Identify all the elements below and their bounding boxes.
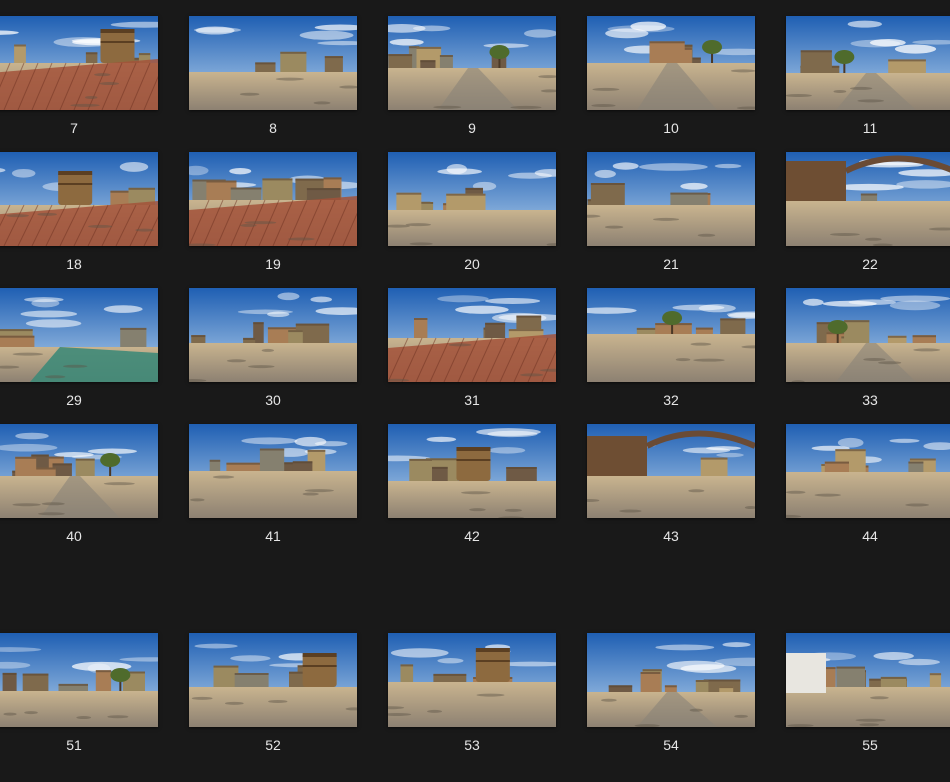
thumbnail-image[interactable] <box>0 152 158 246</box>
thumbnail-tile[interactable]: 42 <box>388 424 556 544</box>
thumbnail-tile[interactable]: 43 <box>587 424 755 544</box>
thumbnail-tile[interactable]: 53 <box>388 633 556 753</box>
thumbnail-tile[interactable]: 22 <box>786 152 950 272</box>
thumbnail-image[interactable] <box>587 288 755 382</box>
thumbnail-tile[interactable]: 7 <box>0 16 158 136</box>
thumbnail-tile[interactable]: 29 <box>0 288 158 408</box>
thumbnail-image[interactable] <box>786 152 950 246</box>
thumbnail-image[interactable] <box>0 288 158 382</box>
thumbnail-image[interactable] <box>587 152 755 246</box>
thumbnail-tile[interactable]: 19 <box>189 152 357 272</box>
thumbnail-label: 52 <box>265 737 281 753</box>
thumbnail-label: 33 <box>862 392 878 408</box>
thumbnail-tile[interactable]: 21 <box>587 152 755 272</box>
thumbnail-tile[interactable]: 20 <box>388 152 556 272</box>
thumbnail-label: 8 <box>269 120 277 136</box>
thumbnail-label: 18 <box>66 256 82 272</box>
thumbnail-label: 31 <box>464 392 480 408</box>
thumbnail-tile[interactable]: 52 <box>189 633 357 753</box>
thumbnail-image[interactable] <box>587 424 755 518</box>
thumbnail-image[interactable] <box>189 633 357 727</box>
thumbnail-label: 32 <box>663 392 679 408</box>
thumbnail-label: 51 <box>66 737 82 753</box>
thumbnail-tile[interactable]: 44 <box>786 424 950 544</box>
thumbnail-tile[interactable]: 8 <box>189 16 357 136</box>
thumbnail-tile[interactable]: 51 <box>0 633 158 753</box>
thumbnail-image[interactable] <box>587 633 755 727</box>
thumbnail-image[interactable] <box>786 633 950 727</box>
thumbnail-image[interactable] <box>388 152 556 246</box>
thumbnail-tile[interactable]: 31 <box>388 288 556 408</box>
thumbnail-image[interactable] <box>189 152 357 246</box>
thumbnail-tile[interactable]: 41 <box>189 424 357 544</box>
thumbnail-label: 54 <box>663 737 679 753</box>
thumbnail-image[interactable] <box>0 633 158 727</box>
thumbnail-image[interactable] <box>388 288 556 382</box>
thumbnail-tile[interactable]: 54 <box>587 633 755 753</box>
thumbnail-tile[interactable]: 10 <box>587 16 755 136</box>
thumbnail-label: 9 <box>468 120 476 136</box>
thumbnail-image[interactable] <box>388 424 556 518</box>
thumbnail-tile[interactable]: 9 <box>388 16 556 136</box>
thumbnail-tile[interactable]: 32 <box>587 288 755 408</box>
thumbnail-label: 21 <box>663 256 679 272</box>
thumbnail-label: 29 <box>66 392 82 408</box>
thumbnail-label: 55 <box>862 737 878 753</box>
thumbnail-label: 7 <box>70 120 78 136</box>
thumbnail-label: 10 <box>663 120 679 136</box>
thumbnail-label: 22 <box>862 256 878 272</box>
thumbnail-grid: 7 8 9 10 11 18 19 20 21 22 29 30 31 32 3… <box>0 0 950 782</box>
thumbnail-label: 19 <box>265 256 281 272</box>
thumbnail-tile[interactable]: 40 <box>0 424 158 544</box>
thumbnail-label: 40 <box>66 528 82 544</box>
thumbnail-image[interactable] <box>189 424 357 518</box>
thumbnail-label: 53 <box>464 737 480 753</box>
thumbnail-label: 43 <box>663 528 679 544</box>
thumbnail-label: 44 <box>862 528 878 544</box>
thumbnail-image[interactable] <box>786 288 950 382</box>
thumbnail-tile[interactable]: 55 <box>786 633 950 753</box>
thumbnail-label: 20 <box>464 256 480 272</box>
thumbnail-tile[interactable]: 11 <box>786 16 950 136</box>
thumbnail-image[interactable] <box>0 16 158 110</box>
thumbnail-tile[interactable]: 18 <box>0 152 158 272</box>
thumbnail-label: 41 <box>265 528 281 544</box>
thumbnail-tile[interactable]: 33 <box>786 288 950 408</box>
thumbnail-image[interactable] <box>786 16 950 110</box>
thumbnail-image[interactable] <box>388 633 556 727</box>
thumbnail-label: 30 <box>265 392 281 408</box>
thumbnail-image[interactable] <box>0 424 158 518</box>
thumbnail-image[interactable] <box>388 16 556 110</box>
thumbnail-image[interactable] <box>189 288 357 382</box>
thumbnail-image[interactable] <box>587 16 755 110</box>
thumbnail-label: 42 <box>464 528 480 544</box>
thumbnail-image[interactable] <box>189 16 357 110</box>
thumbnail-tile[interactable]: 30 <box>189 288 357 408</box>
thumbnail-image[interactable] <box>786 424 950 518</box>
thumbnail-label: 11 <box>862 120 878 136</box>
